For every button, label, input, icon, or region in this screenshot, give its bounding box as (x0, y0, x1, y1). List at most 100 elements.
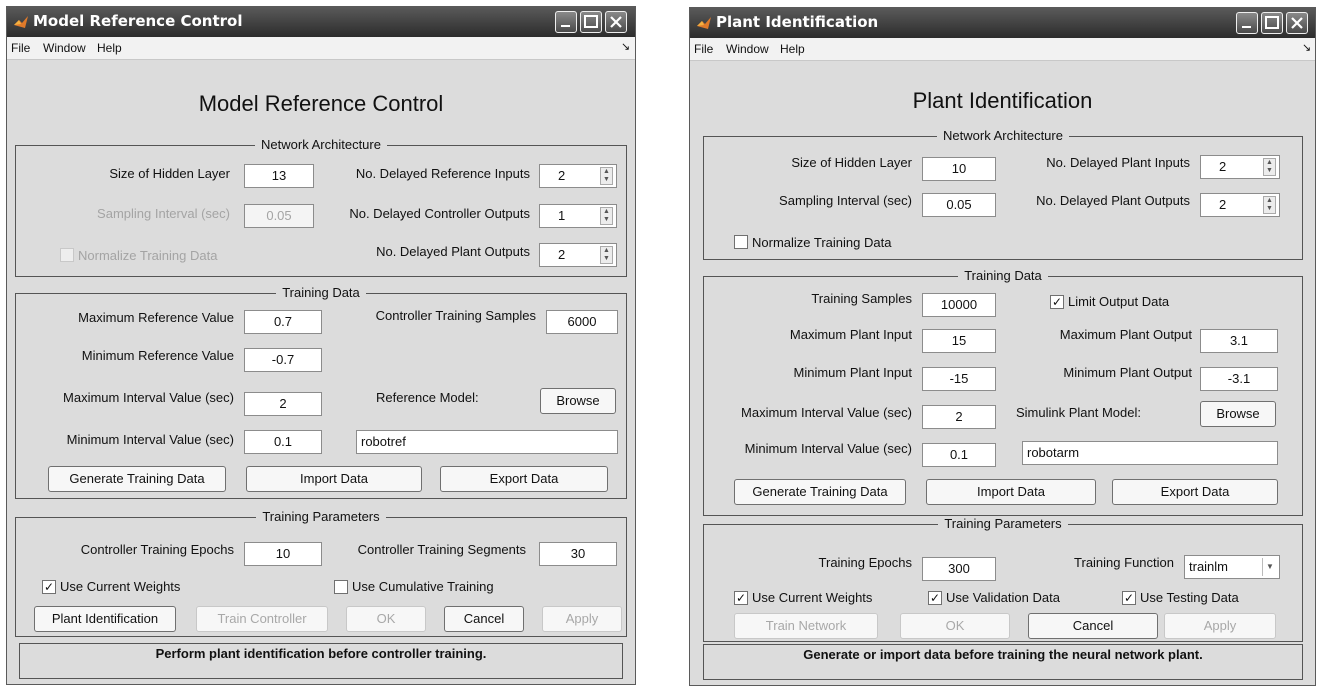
sampling-interval-field[interactable]: 0.05 (922, 193, 996, 217)
window-title: Model Reference Control (33, 12, 243, 30)
export-data-button[interactable]: Export Data (1112, 479, 1278, 505)
plant-inputs-value: 2 (1219, 159, 1227, 174)
minimize-button[interactable] (555, 11, 577, 33)
min-interval-field[interactable]: 0.1 (922, 443, 996, 467)
ref-inputs-label: No. Delayed Reference Inputs (355, 166, 530, 181)
spinner-arrows-icon[interactable]: ▲ ▼ (600, 167, 613, 185)
reference-model-field[interactable]: robotref (356, 430, 618, 454)
plant-outputs-value: 2 (1219, 197, 1227, 212)
plant-outputs-stepper[interactable]: 2 ▲ ▼ (539, 243, 617, 267)
use-current-weights-checkbox[interactable]: ✓ (42, 580, 56, 594)
min-interval-label: Minimum Interval Value (sec) (66, 432, 234, 447)
hidden-layer-label: Size of Hidden Layer (109, 166, 230, 181)
use-testing-checkbox[interactable]: ✓ (1122, 591, 1136, 605)
menu-window[interactable]: Window (726, 42, 769, 56)
training-parameters-group: Training Parameters Training Epochs 300 … (703, 516, 1303, 642)
close-icon (1291, 17, 1303, 29)
segments-label: Controller Training Segments (357, 542, 526, 557)
menu-help[interactable]: Help (780, 42, 805, 56)
min-interval-label: Minimum Interval Value (sec) (744, 441, 912, 456)
min-plant-output-label: Minimum Plant Output (1063, 365, 1192, 380)
ref-inputs-stepper[interactable]: 2 ▲ ▼ (539, 164, 617, 188)
spinner-arrows-icon[interactable]: ▲ ▼ (1263, 158, 1276, 176)
group-title: Training Parameters (256, 509, 386, 524)
plant-inputs-stepper[interactable]: 2 ▲ ▼ (1200, 155, 1280, 179)
use-current-weights-label: Use Current Weights (60, 579, 181, 594)
plant-identification-window: Plant Identification File Window Help ↘ … (689, 7, 1316, 686)
epochs-field[interactable]: 10 (244, 542, 322, 566)
max-plant-input-label: Maximum Plant Input (789, 327, 912, 342)
maximize-icon (584, 15, 598, 28)
max-ref-field[interactable]: 0.7 (244, 310, 322, 334)
min-plant-input-field[interactable]: -15 (922, 367, 996, 391)
page-title: Model Reference Control (198, 91, 444, 116)
ref-model-label: Reference Model: (376, 390, 479, 405)
max-plant-output-label: Maximum Plant Output (1059, 327, 1192, 342)
import-data-button[interactable]: Import Data (246, 466, 422, 492)
training-samples-label: Training Samples (811, 291, 912, 306)
max-ref-label: Maximum Reference Value (78, 310, 234, 325)
normalize-label: Normalize Training Data (752, 235, 892, 250)
maximize-icon (1265, 16, 1279, 29)
use-current-weights-checkbox[interactable]: ✓ (734, 591, 748, 605)
ctrl-samples-field[interactable]: 6000 (546, 310, 618, 334)
export-data-button[interactable]: Export Data (440, 466, 608, 492)
max-interval-field[interactable]: 2 (922, 405, 996, 429)
limit-output-checkbox[interactable]: ✓ (1050, 295, 1064, 309)
epochs-label: Controller Training Epochs (80, 542, 234, 557)
simulink-model-field[interactable]: robotarm (1022, 441, 1278, 465)
import-data-button[interactable]: Import Data (926, 479, 1096, 505)
use-validation-checkbox[interactable]: ✓ (928, 591, 942, 605)
browse-button[interactable]: Browse (540, 388, 616, 414)
minimize-icon (1242, 26, 1251, 28)
page-title: Plant Identification (912, 88, 1093, 113)
normalize-checkbox[interactable] (734, 235, 748, 249)
min-interval-field[interactable]: 0.1 (244, 430, 322, 454)
max-plant-input-field[interactable]: 15 (922, 329, 996, 353)
segments-field[interactable]: 30 (539, 542, 617, 566)
plant-outputs-stepper[interactable]: 2 ▲ ▼ (1200, 193, 1280, 217)
ctrl-samples-label: Controller Training Samples (375, 308, 536, 323)
ref-inputs-value: 2 (558, 168, 566, 183)
group-title: Network Architecture (937, 128, 1069, 143)
hidden-layer-label: Size of Hidden Layer (791, 155, 912, 170)
max-interval-field[interactable]: 2 (244, 392, 322, 416)
min-ref-field[interactable]: -0.7 (244, 348, 322, 372)
maximize-button[interactable] (580, 11, 602, 33)
browse-button[interactable]: Browse (1200, 401, 1276, 427)
use-current-weights-label: Use Current Weights (752, 590, 873, 605)
hidden-layer-field[interactable]: 13 (244, 164, 314, 188)
plant-identification-button[interactable]: Plant Identification (34, 606, 176, 632)
minimize-icon (561, 25, 570, 27)
minimize-button[interactable] (1236, 12, 1258, 34)
close-icon (610, 16, 622, 28)
min-plant-output-field[interactable]: -3.1 (1200, 367, 1278, 391)
menu-help[interactable]: Help (97, 41, 122, 55)
menu-window[interactable]: Window (43, 41, 86, 55)
use-testing-label: Use Testing Data (1140, 590, 1239, 605)
menu-file[interactable]: File (11, 41, 30, 55)
close-button[interactable] (1286, 12, 1308, 34)
hidden-layer-field[interactable]: 10 (922, 157, 996, 181)
use-cumulative-checkbox[interactable] (334, 580, 348, 594)
spinner-arrows-icon[interactable]: ▲ ▼ (1263, 196, 1276, 214)
spinner-arrows-icon[interactable]: ▲ ▼ (600, 207, 613, 225)
training-function-select[interactable]: trainlm ▼ (1184, 555, 1280, 579)
generate-training-data-button[interactable]: Generate Training Data (734, 479, 906, 505)
epochs-field[interactable]: 300 (922, 557, 996, 581)
menu-file[interactable]: File (694, 42, 713, 56)
simulink-model-label: Simulink Plant Model: (1016, 405, 1141, 420)
close-button[interactable] (605, 11, 627, 33)
ok-button: OK (346, 606, 426, 632)
training-samples-field[interactable]: 10000 (922, 293, 996, 317)
cancel-button[interactable]: Cancel (444, 606, 524, 632)
plant-outputs-label: No. Delayed Plant Outputs (1036, 193, 1190, 208)
spinner-arrows-icon[interactable]: ▲ ▼ (600, 246, 613, 264)
ctrl-outputs-stepper[interactable]: 1 ▲ ▼ (539, 204, 617, 228)
ok-button: OK (900, 613, 1010, 639)
group-title: Training Data (958, 268, 1048, 283)
generate-training-data-button[interactable]: Generate Training Data (48, 466, 226, 492)
cancel-button[interactable]: Cancel (1028, 613, 1158, 639)
max-plant-output-field[interactable]: 3.1 (1200, 329, 1278, 353)
maximize-button[interactable] (1261, 12, 1283, 34)
